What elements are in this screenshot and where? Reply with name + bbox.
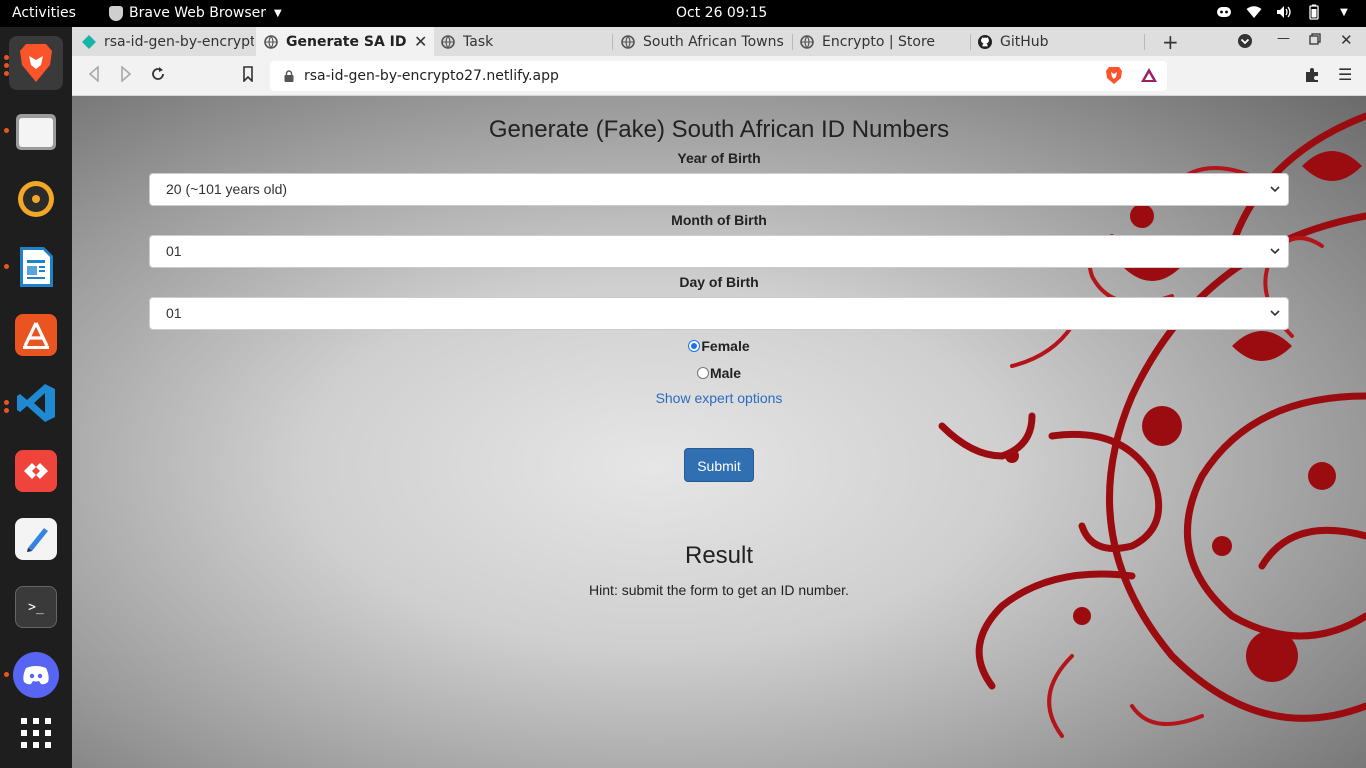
files-icon [15, 110, 57, 152]
result-hint: Hint: submit the form to get an ID numbe… [589, 582, 849, 598]
day-of-birth-select[interactable]: 01 [149, 297, 1289, 330]
tab-close-icon[interactable]: ✕ [414, 32, 427, 51]
tab-generate-sa-id[interactable]: Generate SA ID Numbers ✕ [256, 27, 434, 56]
chevron-down-icon [1270, 298, 1280, 341]
month-of-birth-value: 01 [166, 243, 182, 259]
gender-male-option[interactable]: Male [149, 362, 1289, 384]
discord-tray-icon[interactable] [1216, 5, 1232, 19]
dock: >_ [0, 27, 72, 768]
url-text: rsa-id-gen-by-encrypto27.netlify.app [304, 68, 559, 84]
female-radio[interactable] [688, 340, 701, 352]
forward-icon[interactable] [120, 65, 132, 86]
tab-encrypto-store[interactable]: Encrypto | Store [800, 27, 968, 56]
tab-separator [1144, 34, 1145, 50]
male-radio[interactable] [696, 367, 709, 379]
maximize-icon[interactable] [1309, 33, 1321, 49]
activities-button[interactable]: Activities [12, 5, 76, 21]
male-label: Male [709, 365, 742, 381]
chevron-down-icon [1270, 236, 1280, 279]
back-icon[interactable] [88, 65, 100, 86]
dock-terminal[interactable]: >_ [9, 580, 63, 634]
dock-files[interactable] [9, 104, 63, 158]
dock-text-editor[interactable] [9, 512, 63, 566]
brave-lion-icon [15, 42, 57, 84]
dock-vscode[interactable] [9, 376, 63, 430]
volume-icon[interactable] [1276, 5, 1292, 19]
bookmark-icon[interactable] [242, 66, 254, 86]
id-generator-form: Generate (Fake) South African ID Numbers… [149, 96, 1289, 598]
minimize-icon[interactable]: — [1277, 31, 1290, 46]
system-top-bar: Activities Brave Web Browser ▼ Oct 26 09… [0, 0, 1366, 27]
wifi-icon[interactable] [1246, 5, 1262, 19]
year-of-birth-select[interactable]: 20 (~101 years old) [149, 173, 1289, 206]
web-page: Generate (Fake) South African ID Numbers… [72, 96, 1366, 768]
address-bar[interactable]: rsa-id-gen-by-encrypto27.netlify.app [270, 61, 1167, 91]
tab-south-african-towns[interactable]: South African Towns [621, 27, 789, 56]
year-of-birth-value: 20 (~101 years old) [166, 181, 288, 197]
extensions-puzzle-icon[interactable] [1304, 67, 1320, 87]
result-heading: Result [684, 542, 754, 569]
day-of-birth-label: Day of Birth [679, 274, 759, 290]
tab-task[interactable]: Task [441, 27, 601, 56]
terminal-icon: >_ [15, 586, 57, 628]
show-applications-button[interactable] [9, 706, 63, 760]
brave-shields-icon[interactable] [1106, 66, 1122, 88]
dock-brave-browser[interactable] [9, 36, 63, 90]
globe-icon [264, 34, 278, 49]
submit-button[interactable]: Submit [684, 448, 754, 482]
female-label: Female [701, 338, 750, 354]
anydesk-icon [15, 450, 57, 492]
hamburger-menu-icon[interactable]: ☰ [1338, 65, 1352, 84]
browser-toolbar: rsa-id-gen-by-encrypto27.netlify.app ☰ [72, 56, 1366, 96]
writer-document-icon [15, 246, 57, 288]
caret-down-icon: ▼ [274, 7, 282, 19]
month-of-birth-label: Month of Birth [671, 212, 767, 228]
dock-rhythmbox[interactable] [9, 172, 63, 226]
dock-libreoffice-writer[interactable] [9, 240, 63, 294]
text-editor-icon [15, 518, 57, 560]
lock-icon [284, 70, 294, 82]
tab-rsa-id-gen[interactable]: rsa-id-gen-by-encrypto27 [82, 27, 254, 56]
gender-female-option[interactable]: Female [149, 335, 1289, 357]
dock-ubuntu-software[interactable] [9, 308, 63, 362]
dock-anydesk[interactable] [9, 444, 63, 498]
clock[interactable]: Oct 26 09:15 [676, 5, 767, 21]
page-title: Generate (Fake) South African ID Numbers [488, 116, 950, 143]
year-of-birth-label: Year of Birth [677, 150, 761, 166]
new-tab-icon[interactable]: + [1162, 30, 1179, 54]
system-tray[interactable]: ▼ [1216, 4, 1352, 20]
discord-icon [13, 652, 59, 698]
globe-icon [441, 34, 455, 49]
tab-separator [792, 34, 793, 50]
app-menu[interactable]: Brave Web Browser ▼ [109, 5, 282, 21]
power-menu-caret-icon[interactable]: ▼ [1336, 5, 1352, 19]
globe-icon [800, 34, 814, 49]
globe-icon [621, 34, 635, 49]
close-window-icon[interactable]: ✕ [1340, 31, 1353, 49]
netlify-diamond-icon [82, 34, 96, 49]
reload-icon[interactable] [150, 66, 166, 86]
tab-separator [612, 34, 613, 50]
battery-icon[interactable] [1306, 4, 1322, 20]
vscode-icon [15, 382, 57, 424]
dock-discord[interactable] [9, 648, 63, 702]
software-store-icon [15, 314, 57, 356]
brave-icon [109, 5, 123, 21]
app-grid-icon [15, 712, 57, 754]
rhythmbox-icon [15, 178, 57, 220]
chevron-down-icon [1270, 174, 1280, 217]
tab-strip: rsa-id-gen-by-encrypto27 Generate SA ID … [72, 27, 1366, 56]
app-menu-label: Brave Web Browser [129, 5, 266, 21]
day-of-birth-value: 01 [166, 305, 182, 321]
month-of-birth-select[interactable]: 01 [149, 235, 1289, 268]
show-expert-options-link[interactable]: Show expert options [656, 390, 783, 406]
brave-rewards-icon[interactable] [1140, 67, 1158, 87]
tab-github[interactable]: GitHub [978, 27, 1138, 56]
tab-separator [970, 34, 971, 50]
tab-search-icon[interactable] [1237, 33, 1253, 53]
github-icon [978, 34, 992, 49]
